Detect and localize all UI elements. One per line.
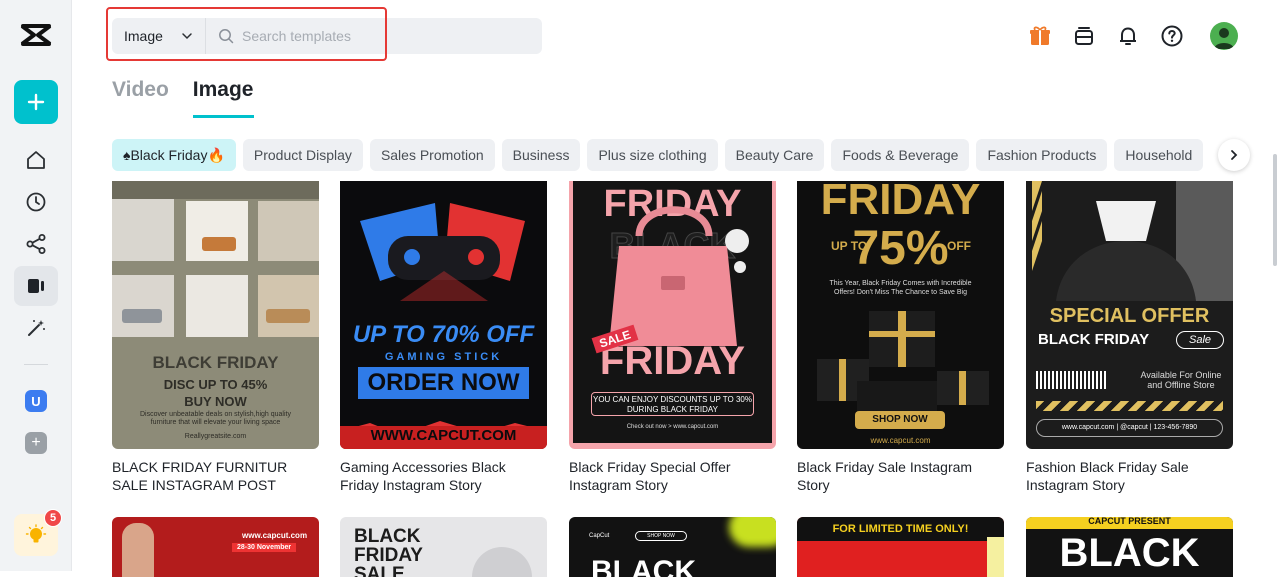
sale-badge: Sale	[1176, 331, 1224, 349]
thumb-heading: SPECIAL OFFER	[1049, 305, 1210, 327]
chip-fashion-products[interactable]: Fashion Products	[976, 139, 1108, 171]
template-card[interactable]: UP TO 70% OFF GAMING STICK ORDER NOW WWW…	[340, 181, 547, 494]
thumb-heading: FOR LIMITED TIME ONLY!	[832, 523, 969, 535]
notification-count-badge: 5	[44, 509, 62, 527]
chip-foods-beverage[interactable]: Foods & Beverage	[831, 139, 970, 171]
thumb-subheading: GAMING STICK	[384, 351, 503, 363]
subscription-icon[interactable]	[1070, 22, 1098, 50]
chip-business[interactable]: Business	[501, 139, 581, 171]
thumb-heading: UP TO 70% OFF	[352, 321, 535, 348]
template-thumbnail: FRIDAY BLACK FRIDAY SALE YOU CAN ENJOY D…	[569, 181, 776, 449]
template-thumbnail: UP TO 70% OFF GAMING STICK ORDER NOW WWW…	[340, 181, 547, 449]
chip-plus-size-clothing[interactable]: Plus size clothing	[587, 139, 718, 171]
recent-clock-icon[interactable]	[20, 186, 52, 218]
capcut-logo-icon[interactable]	[18, 20, 54, 50]
chip-beauty-care[interactable]: Beauty Care	[724, 139, 825, 171]
template-card[interactable]: FRIDAY UP TO 75% OFF This Year, Black Fr…	[797, 181, 1004, 494]
add-space-button[interactable]: +	[25, 432, 47, 454]
template-title[interactable]: Black Friday Special Offer Instagram Sto…	[569, 458, 776, 494]
template-title[interactable]: Gaming Accessories Black Friday Instagra…	[340, 458, 547, 494]
template-thumbnail: BLACK FRIDAY DISC UP TO 45% BUY NOW Disc…	[112, 181, 319, 449]
sidebar-divider	[24, 364, 48, 365]
templates-icon[interactable]	[14, 266, 58, 306]
space-avatar[interactable]: U	[25, 390, 47, 412]
lightbulb-icon	[25, 524, 47, 543]
thumb-url: www.capcut.com	[242, 531, 308, 540]
thumb-heading: BLACK	[354, 526, 421, 547]
template-card[interactable]: CAPCUT PRESENT BLACK	[1026, 517, 1233, 577]
thumb-date: 28-30 November	[232, 543, 297, 552]
category-chips: ♠Black Friday🔥 Product Display Sales Promo…	[112, 139, 1220, 171]
thumb-heading: BLACK	[591, 555, 696, 577]
chip-product-display[interactable]: Product Display	[242, 139, 363, 171]
template-card[interactable]: BLACK FRIDAY DISC UP TO 45% BUY NOW Disc…	[112, 181, 319, 494]
thumb-footer: WWW.CAPCUT.COM	[370, 427, 517, 444]
template-card[interactable]: SPECIAL OFFER BLACK FRIDAY Sale Availabl…	[1026, 181, 1233, 494]
media-tabs: Video Image	[112, 78, 278, 118]
sidebar: U + 5	[0, 0, 72, 571]
thumb-body: Discover unbeatable deals on stylish,hig…	[140, 411, 291, 426]
home-icon[interactable]	[20, 144, 52, 176]
thumb-body: YOU CAN ENJOY DISCOUNTS UP TO 30% DURING…	[591, 392, 754, 416]
user-avatar[interactable]	[1210, 22, 1238, 50]
page-scrollbar[interactable]	[1273, 154, 1277, 266]
template-card[interactable]: BLACK FRIDAY SALE	[340, 517, 547, 577]
thumb-subheading: DISC UP TO 45%	[163, 377, 268, 392]
gift-boxes-illustration	[817, 311, 989, 417]
plus-icon	[27, 93, 45, 111]
chip-household[interactable]: Household	[1114, 139, 1204, 171]
thumb-footer: www.capcut.com | @capcut | 123-456-7890	[1036, 419, 1223, 437]
tab-video[interactable]: Video	[112, 78, 169, 118]
template-card[interactable]: CapCut SHOP NOW BLACK	[569, 517, 776, 577]
template-thumbnail: SPECIAL OFFER BLACK FRIDAY Sale Availabl…	[1026, 181, 1233, 449]
thumb-footer: www.capcut.com	[870, 436, 931, 445]
thumb-footer: Check out now > www.capcut.com	[626, 424, 719, 430]
template-thumbnail: FRIDAY UP TO 75% OFF This Year, Black Fr…	[797, 181, 1004, 449]
template-card[interactable]: FRIDAY BLACK FRIDAY SALE YOU CAN ENJOY D…	[569, 181, 776, 494]
thumb-cta: SHOP NOW	[855, 411, 945, 429]
thumb-cta: SHOP NOW	[635, 531, 687, 541]
thumb-cta: BUY NOW	[184, 394, 247, 409]
template-title[interactable]: Fashion Black Friday Sale Instagram Stor…	[1026, 458, 1233, 494]
thumb-heading-2: FRIDAY	[354, 545, 423, 566]
thumb-brand: CapCut	[589, 533, 610, 539]
share-icon[interactable]	[20, 228, 52, 260]
barcode-icon	[1036, 371, 1106, 389]
create-new-button[interactable]	[14, 80, 58, 124]
thumb-heading: BLACK	[1059, 531, 1200, 575]
thumb-footer: Reallygreatsite.com	[184, 433, 247, 440]
thumb-heading: BLACK FRIDAY	[152, 353, 279, 372]
chip-black-friday[interactable]: ♠Black Friday🔥	[112, 139, 236, 171]
gamepad-illustration	[340, 203, 547, 449]
chip-sales-promotion[interactable]: Sales Promotion	[369, 139, 495, 171]
template-title[interactable]: BLACK FRIDAY FURNITUR SALE INSTAGRAM POS…	[112, 458, 319, 494]
template-title[interactable]: Black Friday Sale Instagram Story	[797, 458, 1004, 494]
gift-icon[interactable]	[1026, 22, 1054, 50]
chips-next-button[interactable]	[1218, 139, 1250, 171]
help-icon[interactable]	[1158, 22, 1186, 50]
search-highlight-box	[106, 7, 387, 61]
thumb-subheading: BLACK FRIDAY	[1038, 331, 1150, 348]
template-card[interactable]: www.capcut.com 28-30 November	[112, 517, 319, 577]
notification-bell-icon[interactable]	[1114, 22, 1142, 50]
thumb-body: Available For Online and Offline Store	[1140, 370, 1222, 390]
thumb-heading-3: SALE	[354, 564, 405, 577]
thumb-subheading: CAPCUT PRESENT	[1088, 517, 1171, 526]
template-card[interactable]: FOR LIMITED TIME ONLY!	[797, 517, 1004, 577]
magic-wand-icon[interactable]	[20, 312, 52, 344]
chevron-right-icon	[1231, 150, 1238, 160]
tab-image[interactable]: Image	[192, 78, 254, 118]
thumb-cta: ORDER NOW	[367, 369, 520, 396]
